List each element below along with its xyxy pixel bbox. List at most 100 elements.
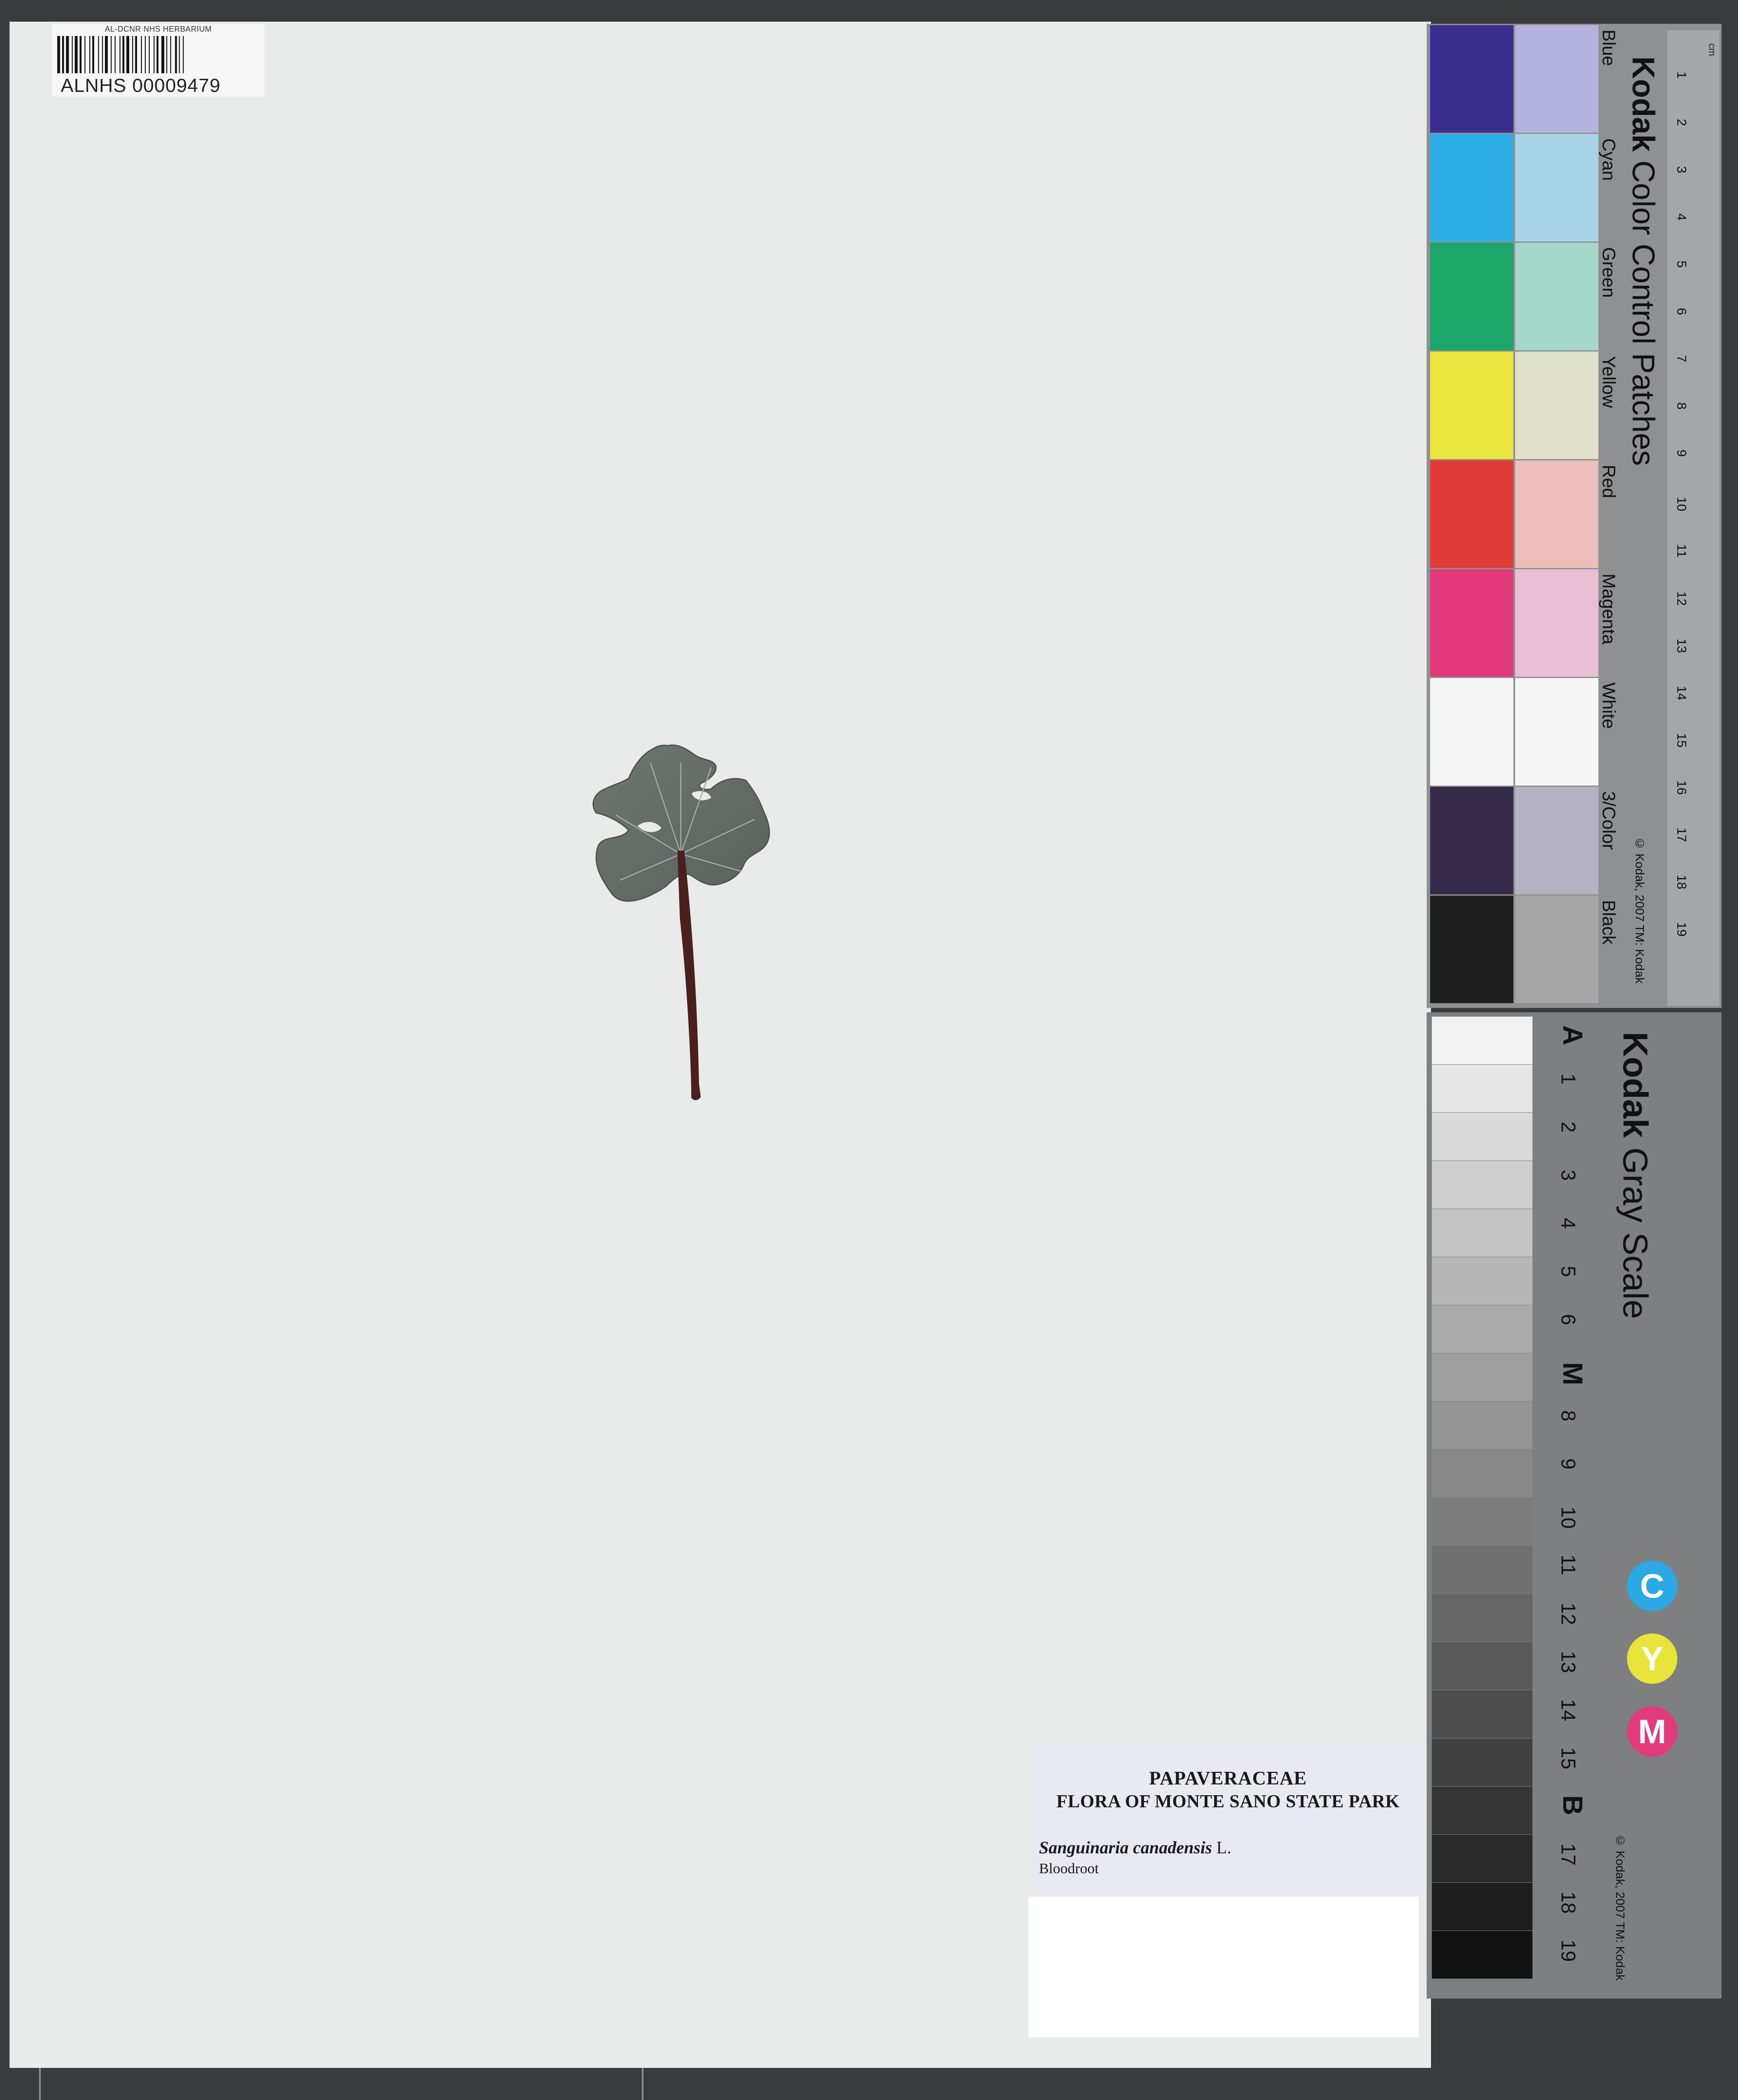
gray-step-label: 3 (1557, 1170, 1580, 1181)
gray-step (1432, 1353, 1532, 1401)
gray-step (1432, 1594, 1532, 1642)
barcode-bar (98, 36, 99, 73)
barcode-bar (75, 36, 78, 73)
gray-step (1432, 1546, 1532, 1594)
collection-label: PAPAVERACEAE FLORA OF MONTE SANO STATE P… (1029, 1743, 1423, 2038)
gray-step-label: 19 (1557, 1940, 1580, 1962)
gray-step-label: 12 (1557, 1603, 1580, 1625)
gray-step (1432, 1305, 1532, 1353)
kodak-logo: Kodak (1626, 56, 1660, 152)
barcode-bar (72, 36, 73, 73)
color-patch-light (1515, 460, 1598, 568)
color-patch-light (1515, 569, 1598, 677)
ruler-number: 7 (1674, 355, 1689, 362)
gray-step (1432, 1738, 1532, 1786)
color-patch-dark (1430, 569, 1513, 677)
color-patch-light (1515, 787, 1598, 894)
color-patch-dark (1430, 460, 1513, 568)
gray-step-label: B (1557, 1795, 1588, 1816)
ruler-number: 15 (1674, 733, 1689, 748)
ruler-number: 12 (1674, 591, 1689, 606)
cym-dot: C (1627, 1561, 1677, 1611)
scanner-bed-mark (642, 2068, 644, 2100)
ruler-number: 1 (1674, 72, 1689, 79)
petiole (677, 851, 701, 1100)
barcode-bar (132, 36, 133, 73)
gray-step-label: 14 (1557, 1699, 1580, 1722)
cm-ruler (1667, 30, 1719, 1006)
color-patch-label: Blue (1599, 29, 1619, 66)
barcode-bar (170, 36, 171, 73)
gray-step (1432, 1402, 1532, 1449)
gray-step-label: 17 (1557, 1843, 1580, 1866)
gray-step-label: 15 (1557, 1747, 1580, 1770)
gray-step (1432, 1161, 1532, 1209)
ruler-number: 8 (1674, 402, 1689, 410)
species-name: Sanguinaria canadensis (1039, 1838, 1212, 1857)
barcode-bar (141, 36, 142, 73)
barcode-bar (102, 36, 103, 73)
color-card-copyright: © Kodak, 2007 TM: Kodak (1633, 837, 1647, 984)
color-patch-label: Cyan (1599, 138, 1619, 181)
scanner-bed-mark (39, 2068, 41, 2100)
ruler-number: 11 (1674, 544, 1689, 558)
ruler-number: 3 (1674, 166, 1689, 173)
color-patch-label: Magenta (1599, 574, 1619, 645)
barcode-bar (183, 36, 184, 73)
gray-step (1432, 1065, 1532, 1112)
gray-step (1432, 1642, 1532, 1690)
color-patch-label: Yellow (1599, 356, 1619, 408)
color-patch-label: Red (1599, 465, 1619, 499)
cym-dot: M (1627, 1706, 1677, 1757)
gray-step-label: 10 (1557, 1507, 1580, 1529)
gray-step-label: 8 (1557, 1410, 1580, 1422)
species-author: L. (1216, 1838, 1232, 1857)
color-patch-dark (1430, 896, 1513, 1003)
gray-step-label: 6 (1557, 1314, 1580, 1325)
gray-step-label: 2 (1557, 1122, 1580, 1133)
gray-step-label: 11 (1557, 1555, 1580, 1575)
color-patch-dark (1430, 25, 1513, 133)
gray-step (1432, 1209, 1532, 1257)
gray-step (1432, 1690, 1532, 1738)
specimen-leaf (592, 744, 770, 1100)
barcode-bar (179, 36, 180, 73)
color-patch-label: White (1599, 682, 1619, 729)
ruler-number: 17 (1674, 828, 1689, 842)
gray-step (1432, 1883, 1532, 1930)
gray-step-label: A (1557, 1025, 1588, 1046)
barcode-bar (119, 36, 121, 73)
gray-step-label: 9 (1557, 1458, 1580, 1470)
ruler-number: 18 (1674, 875, 1689, 890)
ruler-number: 19 (1674, 922, 1689, 937)
color-patch-dark (1430, 243, 1513, 350)
color-patch-light (1515, 896, 1598, 1003)
label-blank-area (1029, 1897, 1419, 2038)
barcode-bar (57, 36, 60, 73)
color-patch-label: Green (1599, 247, 1619, 298)
color-patch-dark (1430, 134, 1513, 241)
barcode-bar (66, 36, 69, 73)
ruler-number: 13 (1674, 639, 1689, 653)
color-card-title: Kodak Color Control Patches (1625, 56, 1661, 466)
color-patch-label: 3/Color (1599, 791, 1619, 850)
gray-step (1432, 1787, 1532, 1834)
color-patch-light (1515, 352, 1598, 459)
gray-step (1432, 1017, 1532, 1064)
gray-card-title-text: Gray Scale (1616, 1147, 1655, 1319)
color-patch-label: Black (1599, 900, 1619, 945)
flora-title: FLORA OF MONTE SANO STATE PARK (1056, 1792, 1400, 1812)
color-patch-dark (1430, 678, 1513, 786)
ruler-unit: cm (1707, 43, 1718, 56)
gray-step-label: M (1557, 1362, 1588, 1386)
gray-step-label: 4 (1557, 1218, 1580, 1229)
color-patch-dark (1430, 352, 1513, 459)
common-name: Bloodroot (1039, 1861, 1099, 1877)
barcode-bar (149, 36, 150, 73)
gray-card-title: Kodak Gray Scale (1615, 1032, 1655, 1319)
cym-dot: Y (1627, 1634, 1677, 1684)
barcode-bar (157, 36, 159, 73)
gray-step (1432, 1257, 1532, 1305)
barcode-bar (122, 36, 124, 73)
herbarium-name: AL-DCNR NHS HERBARIUM (105, 25, 212, 33)
